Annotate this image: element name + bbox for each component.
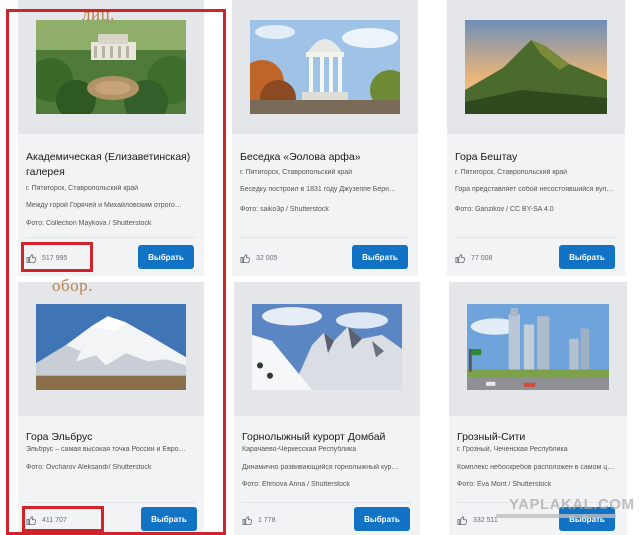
highlight-column-box xyxy=(6,9,226,535)
card-photo-credit: Фото: Efimova Anna / Shutterstock xyxy=(242,481,350,488)
likes-counter[interactable]: 1 778 xyxy=(242,513,276,527)
card-image-area xyxy=(234,282,420,416)
card-photo-credit: Фото: Eva Mont / Shutterstock xyxy=(457,481,552,488)
thumbs-up-icon xyxy=(457,515,468,525)
likes-count: 332 511 xyxy=(473,516,498,524)
card-image xyxy=(467,304,609,390)
card-image-area xyxy=(449,282,627,416)
card-title: Горнолыжный курорт Домбай xyxy=(242,431,386,443)
card-aeolian-harp[interactable]: Беседка «Эолова арфа» г. Пятигорск, Став… xyxy=(232,0,418,276)
card-region: г. Грозный, Чеченская Республика xyxy=(457,446,568,453)
card-image xyxy=(465,20,607,114)
likes-count: 77 008 xyxy=(471,254,493,262)
card-image xyxy=(252,304,402,390)
card-title: Беседка «Эолова арфа» xyxy=(240,151,361,163)
highlight-likes-box-bottom xyxy=(22,506,104,532)
card-title: Гора Бештау xyxy=(455,151,518,163)
likes-counter[interactable]: 32 005 xyxy=(240,251,277,265)
card-region: г. Пятигорск, Ставропольский край xyxy=(240,169,353,176)
select-button[interactable]: Выбрать xyxy=(354,507,410,531)
select-button[interactable]: Выбрать xyxy=(559,245,615,269)
likes-count: 32 005 xyxy=(256,254,278,262)
likes-counter[interactable]: 332 511 xyxy=(457,513,498,527)
card-description: Беседку построил в 1831 году Джузеппе Бе… xyxy=(240,186,397,193)
thumbs-up-icon xyxy=(455,253,466,263)
likes-counter[interactable]: 77 008 xyxy=(455,251,492,265)
card-divider xyxy=(240,237,410,238)
card-dombay[interactable]: Горнолыжный курорт Домбай Карачаево-Черк… xyxy=(234,282,420,535)
annotation-back: обор. xyxy=(52,276,93,295)
watermark: YAPLAKAL.COM xyxy=(509,496,635,513)
card-image-area xyxy=(232,0,418,134)
select-button[interactable]: Выбрать xyxy=(352,245,408,269)
card-photo-credit: Фото: Ganzikov / CC BY-SA 4.0 xyxy=(455,206,554,213)
thumbs-up-icon xyxy=(242,515,253,525)
card-description: Динамично развивающийся горнолыжный кур… xyxy=(242,464,399,471)
card-description: Комплекс небоскребов расположен в самом … xyxy=(457,464,615,471)
card-image xyxy=(250,20,400,114)
card-image-area xyxy=(447,0,625,134)
thumbs-up-icon xyxy=(240,253,251,263)
card-region: Карачаево-Черкесская Республика xyxy=(242,446,357,453)
card-title: Грозный-Сити xyxy=(457,431,526,443)
card-region: г. Пятигорск, Ставропольский край xyxy=(455,169,568,176)
card-description: Гора представляет собой несостоявшийся в… xyxy=(455,186,614,193)
highlight-likes-box-top xyxy=(21,242,93,272)
card-photo-credit: Фото: saiko3p / Shutterstock xyxy=(240,206,329,213)
likes-count: 1 778 xyxy=(258,516,276,524)
card-beshtau[interactable]: Гора Бештау г. Пятигорск, Ставропольский… xyxy=(447,0,625,276)
annotation-face: лиц. xyxy=(82,5,115,24)
card-divider xyxy=(455,237,617,238)
card-divider xyxy=(242,502,412,503)
watermark-underline xyxy=(496,514,616,518)
